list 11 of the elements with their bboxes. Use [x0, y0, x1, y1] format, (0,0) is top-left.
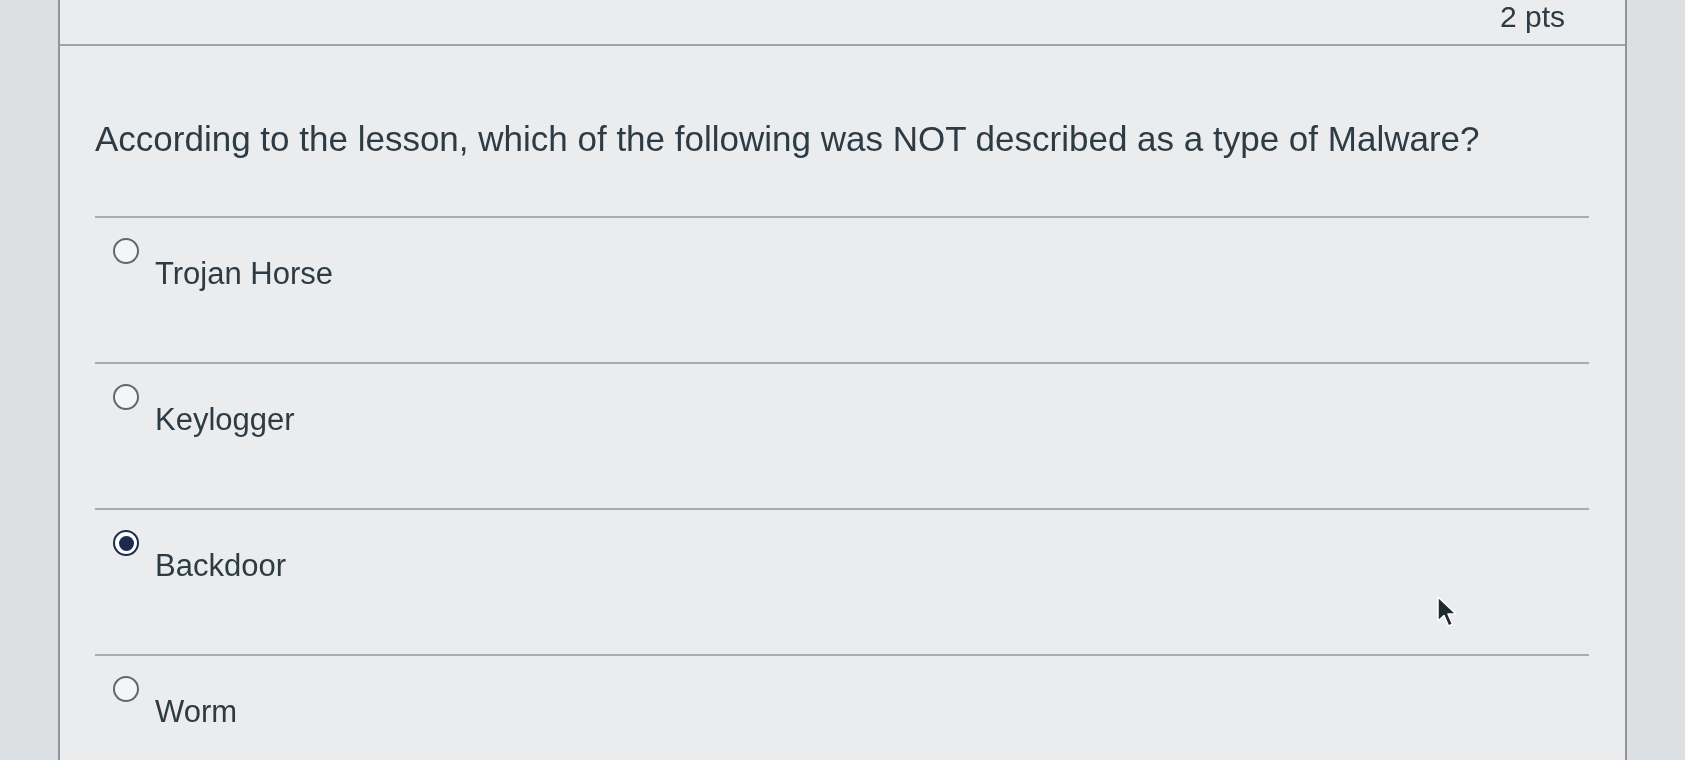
- radio-button[interactable]: [113, 676, 139, 702]
- answer-label[interactable]: Worm: [155, 694, 238, 730]
- radio-button[interactable]: [113, 530, 139, 556]
- points-label: 2 pts: [1499, 0, 1565, 34]
- radio-button[interactable]: [113, 384, 139, 410]
- answer-label[interactable]: Backdoor: [155, 548, 286, 584]
- answer-label[interactable]: Trojan Horse: [155, 256, 334, 292]
- mouse-pointer-icon: [1436, 596, 1458, 628]
- question-text: According to the lesson, which of the following was NOT described as a type of Malware?: [94, 118, 1481, 160]
- answer-label[interactable]: Keylogger: [155, 402, 295, 438]
- radio-button[interactable]: [113, 238, 139, 264]
